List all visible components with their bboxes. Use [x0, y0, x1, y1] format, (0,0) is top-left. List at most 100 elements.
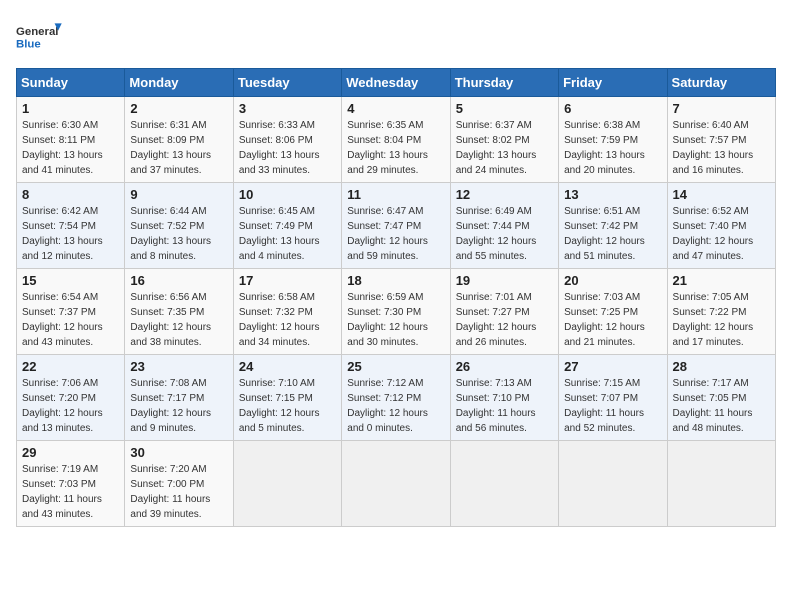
calendar-week-5: 29 Sunrise: 7:19 AMSunset: 7:03 PMDayligh…	[17, 441, 776, 527]
logo: General Blue	[16, 16, 66, 58]
day-info: Sunrise: 7:15 AMSunset: 7:07 PMDaylight:…	[564, 376, 661, 436]
day-number: 14	[673, 187, 770, 202]
day-number: 1	[22, 101, 119, 116]
day-info: Sunrise: 7:17 AMSunset: 7:05 PMDaylight:…	[673, 376, 770, 436]
calendar-cell: 6 Sunrise: 6:38 AMSunset: 7:59 PMDaylight…	[559, 97, 667, 183]
day-number: 11	[347, 187, 444, 202]
calendar-week-3: 15 Sunrise: 6:54 AMSunset: 7:37 PMDayligh…	[17, 269, 776, 355]
calendar-cell: 20Sunrise: 7:03 AMSunset: 7:25 PMDayligh…	[559, 269, 667, 355]
weekday-header-wednesday: Wednesday	[342, 69, 450, 97]
day-info: Sunrise: 6:37 AMSunset: 8:02 PMDaylight:…	[456, 118, 553, 178]
calendar-cell: 21 Sunrise: 7:05 AMSunset: 7:22 PMDayligh…	[667, 269, 775, 355]
day-number: 28	[673, 359, 770, 374]
day-number: 8	[22, 187, 119, 202]
day-info: Sunrise: 7:12 AMSunset: 7:12 PMDaylight:…	[347, 376, 444, 436]
day-info: Sunrise: 6:47 AMSunset: 7:47 PMDaylight:…	[347, 204, 444, 264]
day-number: 22	[22, 359, 119, 374]
calendar-cell: 14 Sunrise: 6:52 AMSunset: 7:40 PMDayligh…	[667, 183, 775, 269]
calendar-cell	[450, 441, 558, 527]
calendar-cell: 12 Sunrise: 6:49 AMSunset: 7:44 PMDayligh…	[450, 183, 558, 269]
day-info: Sunrise: 7:10 AMSunset: 7:15 PMDaylight:…	[239, 376, 336, 436]
day-info: Sunrise: 6:31 AMSunset: 8:09 PMDaylight:…	[130, 118, 227, 178]
day-number: 21	[673, 273, 770, 288]
day-number: 2	[130, 101, 227, 116]
calendar-cell	[233, 441, 341, 527]
day-info: Sunrise: 7:05 AMSunset: 7:22 PMDaylight:…	[673, 290, 770, 350]
calendar-cell: 3 Sunrise: 6:33 AMSunset: 8:06 PMDaylight…	[233, 97, 341, 183]
calendar-week-4: 22 Sunrise: 7:06 AMSunset: 7:20 PMDayligh…	[17, 355, 776, 441]
day-number: 18	[347, 273, 444, 288]
weekday-header-monday: Monday	[125, 69, 233, 97]
day-info: Sunrise: 6:45 AMSunset: 7:49 PMDaylight:…	[239, 204, 336, 264]
svg-text:General: General	[16, 26, 58, 38]
day-number: 10	[239, 187, 336, 202]
calendar-cell: 28 Sunrise: 7:17 AMSunset: 7:05 PMDayligh…	[667, 355, 775, 441]
day-number: 16	[130, 273, 227, 288]
day-info: Sunrise: 6:44 AMSunset: 7:52 PMDaylight:…	[130, 204, 227, 264]
day-info: Sunrise: 7:20 AMSunset: 7:00 PMDaylight:…	[130, 462, 227, 522]
weekday-header-thursday: Thursday	[450, 69, 558, 97]
day-number: 17	[239, 273, 336, 288]
day-info: Sunrise: 6:40 AMSunset: 7:57 PMDaylight:…	[673, 118, 770, 178]
day-info: Sunrise: 6:33 AMSunset: 8:06 PMDaylight:…	[239, 118, 336, 178]
calendar-cell: 26Sunrise: 7:13 AMSunset: 7:10 PMDayligh…	[450, 355, 558, 441]
calendar-cell: 18 Sunrise: 6:59 AMSunset: 7:30 PMDayligh…	[342, 269, 450, 355]
day-number: 29	[22, 445, 119, 460]
calendar-cell: 10 Sunrise: 6:45 AMSunset: 7:49 PMDayligh…	[233, 183, 341, 269]
day-info: Sunrise: 6:38 AMSunset: 7:59 PMDaylight:…	[564, 118, 661, 178]
day-number: 4	[347, 101, 444, 116]
calendar-cell: 9Sunrise: 6:44 AMSunset: 7:52 PMDaylight…	[125, 183, 233, 269]
day-info: Sunrise: 6:35 AMSunset: 8:04 PMDaylight:…	[347, 118, 444, 178]
day-info: Sunrise: 7:03 AMSunset: 7:25 PMDaylight:…	[564, 290, 661, 350]
day-number: 23	[130, 359, 227, 374]
day-number: 12	[456, 187, 553, 202]
day-info: Sunrise: 7:06 AMSunset: 7:20 PMDaylight:…	[22, 376, 119, 436]
weekday-header-sunday: Sunday	[17, 69, 125, 97]
calendar-cell: 16 Sunrise: 6:56 AMSunset: 7:35 PMDayligh…	[125, 269, 233, 355]
logo-svg: General Blue	[16, 16, 66, 58]
calendar-cell: 7Sunrise: 6:40 AMSunset: 7:57 PMDaylight…	[667, 97, 775, 183]
day-number: 19	[456, 273, 553, 288]
calendar-cell: 11 Sunrise: 6:47 AMSunset: 7:47 PMDayligh…	[342, 183, 450, 269]
day-info: Sunrise: 6:51 AMSunset: 7:42 PMDaylight:…	[564, 204, 661, 264]
day-info: Sunrise: 6:56 AMSunset: 7:35 PMDaylight:…	[130, 290, 227, 350]
day-info: Sunrise: 7:19 AMSunset: 7:03 PMDaylight:…	[22, 462, 119, 522]
day-number: 26	[456, 359, 553, 374]
day-info: Sunrise: 6:54 AMSunset: 7:37 PMDaylight:…	[22, 290, 119, 350]
day-info: Sunrise: 6:42 AMSunset: 7:54 PMDaylight:…	[22, 204, 119, 264]
calendar-table: SundayMondayTuesdayWednesdayThursdayFrid…	[16, 68, 776, 527]
day-info: Sunrise: 6:58 AMSunset: 7:32 PMDaylight:…	[239, 290, 336, 350]
calendar-cell: 4 Sunrise: 6:35 AMSunset: 8:04 PMDaylight…	[342, 97, 450, 183]
calendar-cell: 25 Sunrise: 7:12 AMSunset: 7:12 PMDayligh…	[342, 355, 450, 441]
weekday-header-saturday: Saturday	[667, 69, 775, 97]
calendar-cell: 8 Sunrise: 6:42 AMSunset: 7:54 PMDaylight…	[17, 183, 125, 269]
day-number: 3	[239, 101, 336, 116]
page-header: General Blue	[16, 16, 776, 58]
calendar-cell: 27 Sunrise: 7:15 AMSunset: 7:07 PMDayligh…	[559, 355, 667, 441]
calendar-cell: 22 Sunrise: 7:06 AMSunset: 7:20 PMDayligh…	[17, 355, 125, 441]
day-number: 15	[22, 273, 119, 288]
day-number: 13	[564, 187, 661, 202]
day-info: Sunrise: 6:59 AMSunset: 7:30 PMDaylight:…	[347, 290, 444, 350]
day-number: 5	[456, 101, 553, 116]
calendar-cell: 30 Sunrise: 7:20 AMSunset: 7:00 PMDayligh…	[125, 441, 233, 527]
calendar-cell: 2 Sunrise: 6:31 AMSunset: 8:09 PMDaylight…	[125, 97, 233, 183]
calendar-cell	[342, 441, 450, 527]
day-number: 30	[130, 445, 227, 460]
calendar-cell: 13 Sunrise: 6:51 AMSunset: 7:42 PMDayligh…	[559, 183, 667, 269]
day-number: 27	[564, 359, 661, 374]
day-info: Sunrise: 6:49 AMSunset: 7:44 PMDaylight:…	[456, 204, 553, 264]
day-info: Sunrise: 6:52 AMSunset: 7:40 PMDaylight:…	[673, 204, 770, 264]
calendar-cell	[667, 441, 775, 527]
calendar-week-1: 1 Sunrise: 6:30 AMSunset: 8:11 PMDaylight…	[17, 97, 776, 183]
calendar-week-2: 8 Sunrise: 6:42 AMSunset: 7:54 PMDaylight…	[17, 183, 776, 269]
calendar-cell	[559, 441, 667, 527]
day-number: 6	[564, 101, 661, 116]
calendar-cell: 5 Sunrise: 6:37 AMSunset: 8:02 PMDaylight…	[450, 97, 558, 183]
day-info: Sunrise: 7:01 AMSunset: 7:27 PMDaylight:…	[456, 290, 553, 350]
weekday-header-friday: Friday	[559, 69, 667, 97]
day-info: Sunrise: 6:30 AMSunset: 8:11 PMDaylight:…	[22, 118, 119, 178]
day-number: 25	[347, 359, 444, 374]
svg-text:Blue: Blue	[16, 39, 41, 51]
calendar-cell: 17 Sunrise: 6:58 AMSunset: 7:32 PMDayligh…	[233, 269, 341, 355]
